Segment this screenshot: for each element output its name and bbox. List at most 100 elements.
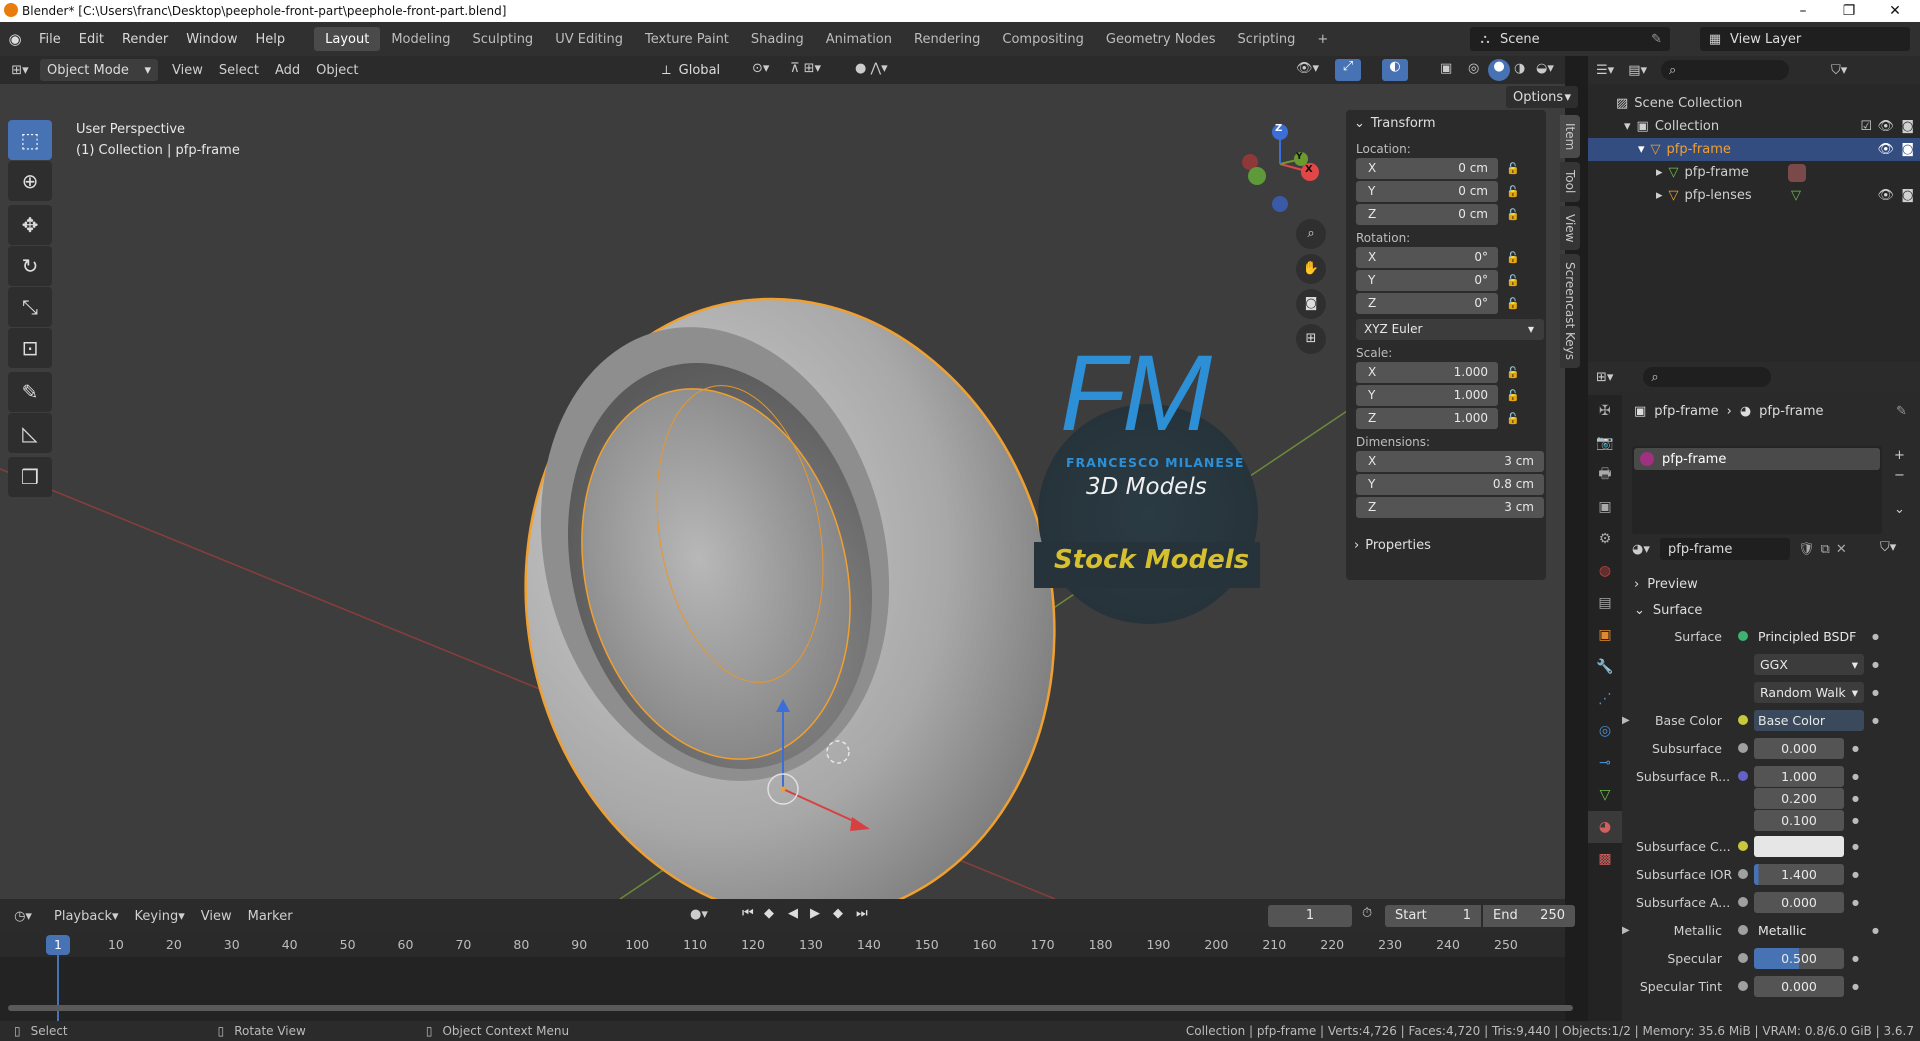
pan-view-button[interactable]: ✋ <box>1296 254 1326 284</box>
gizmo-toggle-icon[interactable]: ⤢ <box>1335 59 1361 81</box>
scale-z-field[interactable]: Z 1.000 <box>1356 407 1498 429</box>
property-value[interactable]: 0.500 <box>1754 947 1844 969</box>
tab-item[interactable]: Item <box>1560 115 1580 159</box>
camera-icon[interactable]: ◙ <box>1901 188 1914 203</box>
view-menu[interactable]: View <box>193 905 240 927</box>
tab-sculpting[interactable]: Sculpting <box>461 27 544 51</box>
3d-viewport[interactable]: User Perspective (1) Collection | pfp-fr… <box>0 84 1565 899</box>
options-button[interactable]: Options ▾ <box>1506 86 1578 108</box>
mode-selector[interactable]: Object Mode ▾ <box>40 59 158 81</box>
tab-compositing[interactable]: Compositing <box>991 27 1095 51</box>
keyframe-dot-icon[interactable]: ● <box>1852 842 1859 851</box>
property-value[interactable]: Metallic <box>1754 920 1864 941</box>
checkbox-icon[interactable]: ☑ <box>1860 119 1872 134</box>
menu-edit[interactable]: Edit <box>70 27 113 51</box>
preview-panel-header[interactable]: › Preview <box>1628 572 1914 596</box>
maximize-button[interactable]: ❐ <box>1826 0 1872 22</box>
view-layer-tab-icon[interactable]: ▣ <box>1588 491 1622 523</box>
xray-icon[interactable]: ▣ <box>1440 61 1452 76</box>
outliner-scene-collection[interactable]: ▨ Scene Collection <box>1588 92 1920 115</box>
keyframe-dot-icon[interactable]: ● <box>1872 926 1879 935</box>
scene-tab-icon[interactable]: ⚙ <box>1588 523 1622 555</box>
property-value[interactable]: GGX ▾ <box>1754 653 1864 675</box>
keyframe-dot-icon[interactable]: ● <box>1852 794 1859 803</box>
socket-icon[interactable] <box>1738 953 1748 963</box>
lock-icon[interactable]: 🔓 <box>1498 366 1528 379</box>
outliner-type-icon[interactable]: ☰▾ <box>1596 63 1614 78</box>
socket-icon[interactable] <box>1738 631 1748 641</box>
zoom-view-button[interactable]: ⌕ <box>1296 219 1326 249</box>
location-x-field[interactable]: X 0 cm <box>1356 157 1498 179</box>
editor-type-icon[interactable]: ⊞▾ <box>0 63 40 78</box>
socket-icon[interactable] <box>1738 715 1748 725</box>
collection-tab-icon[interactable]: ▤ <box>1588 587 1622 619</box>
blender-menu-icon[interactable]: ◉ <box>0 30 30 48</box>
expand-arrow-icon[interactable]: ▶ <box>1622 925 1636 936</box>
material-slot[interactable]: pfp-frame <box>1634 448 1880 470</box>
data-tab-icon[interactable]: ▽ <box>1588 779 1622 811</box>
measure-tool[interactable]: ◺ <box>8 413 52 453</box>
tab-rendering[interactable]: Rendering <box>903 27 991 51</box>
pin-icon[interactable]: ✎ <box>1896 404 1907 419</box>
tab-shading[interactable]: Shading <box>740 27 815 51</box>
lock-icon[interactable]: 🔓 <box>1498 297 1528 310</box>
prev-keyframe-button[interactable]: ◆ <box>764 906 774 921</box>
material-icon[interactable] <box>1788 163 1806 182</box>
lock-icon[interactable]: 🔓 <box>1498 389 1528 402</box>
properties-header[interactable]: › Properties <box>1346 532 1546 558</box>
play-button[interactable]: ▶ <box>810 906 820 921</box>
pin-icon[interactable]: ✎ <box>1651 32 1662 47</box>
menu-help[interactable]: Help <box>247 27 295 51</box>
camera-view-button[interactable]: ◙ <box>1296 289 1326 319</box>
dimensions-z-field[interactable]: Z 3 cm <box>1356 496 1544 518</box>
overlay-toggle-icon[interactable]: ◐ <box>1382 59 1408 81</box>
cursor-tool[interactable]: ⊕ <box>8 161 52 201</box>
ortho-toggle-button[interactable]: ⊞ <box>1296 324 1326 354</box>
add-slot-button[interactable]: + <box>1894 448 1905 463</box>
play-reverse-button[interactable]: ◀ <box>788 906 798 921</box>
rotation-z-field[interactable]: Z 0° <box>1356 292 1498 314</box>
keyframe-dot-icon[interactable]: ● <box>1852 816 1859 825</box>
menu-select[interactable]: Select <box>211 59 267 81</box>
property-value[interactable]: 1.400 <box>1754 863 1844 885</box>
next-keyframe-button[interactable]: ◆ <box>833 906 843 921</box>
location-z-field[interactable]: Z 0 cm <box>1356 203 1498 225</box>
add-workspace-button[interactable]: + <box>1306 27 1339 51</box>
socket-icon[interactable] <box>1738 743 1748 753</box>
end-frame-field[interactable]: End 250 <box>1483 905 1575 927</box>
shading-material-icon[interactable]: ◑ <box>1514 61 1525 76</box>
remove-slot-button[interactable]: − <box>1894 468 1905 483</box>
proportional-edit-icon[interactable]: ● ⋀▾ <box>855 61 888 76</box>
keyframe-dot-icon[interactable]: ● <box>1852 772 1859 781</box>
keyframe-dot-icon[interactable]: ● <box>1852 954 1859 963</box>
keyframe-dot-icon[interactable]: ● <box>1852 870 1859 879</box>
tab-layout[interactable]: Layout <box>314 27 381 51</box>
add-cube-tool[interactable]: ❒ <box>8 457 52 497</box>
gizmo-x-label[interactable]: X <box>1305 164 1313 175</box>
lock-icon[interactable]: 🔓 <box>1498 185 1528 198</box>
keyframe-dot-icon[interactable]: ● <box>1872 660 1879 669</box>
dimensions-x-field[interactable]: X 3 cm <box>1356 450 1544 472</box>
start-frame-field[interactable]: Start 1 <box>1385 905 1481 927</box>
view-layer-selector[interactable]: ▦ View Layer <box>1700 27 1910 51</box>
socket-icon[interactable] <box>1738 869 1748 879</box>
menu-render[interactable]: Render <box>113 27 177 51</box>
property-value[interactable]: Principled BSDF <box>1754 626 1864 647</box>
object-tab-icon[interactable]: ▣ <box>1588 619 1622 651</box>
lock-icon[interactable]: 🔓 <box>1498 162 1528 175</box>
keyframe-dot-icon[interactable]: ● <box>1852 982 1859 991</box>
outliner-item-pfp-lenses[interactable]: ▸ ▽ pfp-lenses ▽ 👁 ◙ <box>1588 184 1920 207</box>
lock-icon[interactable]: 🔓 <box>1498 274 1528 287</box>
keying-menu[interactable]: Keying ▾ <box>127 905 193 927</box>
scene-selector[interactable]: ⛬ Scene ✎ <box>1470 27 1670 51</box>
property-value[interactable]: 0.000 <box>1754 737 1844 759</box>
material-browse-icon[interactable]: ◕▾ <box>1632 542 1660 557</box>
property-value[interactable] <box>1754 835 1844 857</box>
outliner-item-pfp-frame-mesh[interactable]: ▸ ▽ pfp-frame <box>1588 161 1920 184</box>
timeline-editor-icon[interactable]: ◷▾ <box>0 909 46 924</box>
render-tab-icon[interactable]: 📷 <box>1588 427 1622 459</box>
outliner-item-pfp-frame[interactable]: ▾ ▽ pfp-frame 👁 ◙ <box>1588 138 1920 161</box>
menu-file[interactable]: File <box>30 27 70 51</box>
tab-tool[interactable]: Tool <box>1560 162 1580 202</box>
slot-menu-button[interactable]: ⌄ <box>1894 502 1905 517</box>
